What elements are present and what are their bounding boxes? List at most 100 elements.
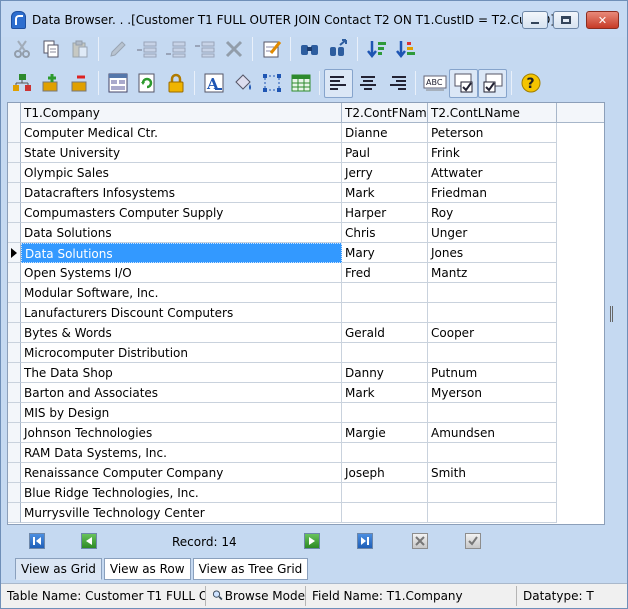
edit-button[interactable] [103,35,132,64]
data-grid[interactable]: T1.Company T2.ContFName T2.ContLName Com… [7,102,605,525]
table-row[interactable]: Microcomputer Distribution [8,343,604,363]
cell-first-name[interactable]: Margie [342,423,428,443]
column-header-first-name[interactable]: T2.ContFName [342,103,428,123]
last-record-button[interactable] [357,533,373,549]
append-row-button[interactable] [161,35,190,64]
row-indicator[interactable] [8,143,21,163]
spell-check-button[interactable]: ABC [420,69,449,98]
column-header-last-name[interactable]: T2.ContLName [428,103,557,123]
table-row[interactable]: Barton and Associates Mark Myerson [8,383,604,403]
cell-last-name[interactable]: Frink [428,143,557,163]
previous-record-button[interactable] [81,533,97,549]
cell-first-name[interactable] [342,443,428,463]
cell-company[interactable]: Compumasters Computer Supply [21,203,342,223]
cell-first-name[interactable]: Gerald [342,323,428,343]
table-row[interactable]: Data Solutions Chris Unger [8,223,604,243]
table-row[interactable]: MIS by Design [8,403,604,423]
remove-child-button[interactable] [65,69,94,98]
cell-last-name[interactable]: Putnum [428,363,557,383]
tab-view-as-tree-grid[interactable]: View as Tree Grid [192,558,309,580]
close-button[interactable]: ✕ [586,11,619,29]
row-indicator[interactable] [8,223,21,243]
cell-company[interactable]: MIS by Design [21,403,342,423]
cell-last-name[interactable]: Peterson [428,123,557,143]
cell-last-name[interactable]: Myerson [428,383,557,403]
column-header-company[interactable]: T1.Company [21,103,342,123]
cell-company[interactable]: Barton and Associates [21,383,342,403]
cell-company[interactable]: Modular Software, Inc. [21,283,342,303]
tab-view-as-row[interactable]: View as Row [103,558,191,580]
cell-company[interactable]: Datacrafters Infosystems [21,183,342,203]
row-indicator[interactable] [8,443,21,463]
table-row[interactable]: Murrysville Technology Center [8,503,604,523]
row-indicator[interactable] [8,383,21,403]
cell-first-name[interactable] [342,303,428,323]
cell-company[interactable]: Data Solutions [21,223,342,243]
table-row[interactable]: Olympic Sales Jerry Attwater [8,163,604,183]
cut-button[interactable] [7,35,36,64]
cell-last-name[interactable]: Jones [428,243,557,263]
cell-first-name[interactable]: Harper [342,203,428,223]
form-view-button[interactable] [103,69,132,98]
cell-last-name[interactable] [428,443,557,463]
find-button[interactable] [295,35,324,64]
table-row[interactable]: State University Paul Frink [8,143,604,163]
cell-first-name[interactable]: Mark [342,383,428,403]
cell-first-name[interactable] [342,503,428,523]
cell-company[interactable]: Computer Medical Ctr. [21,123,342,143]
cell-last-name[interactable]: Attwater [428,163,557,183]
cell-last-name[interactable] [428,503,557,523]
table-row[interactable]: Bytes & Words Gerald Cooper [8,323,604,343]
next-record-button[interactable] [304,533,320,549]
cell-first-name[interactable]: Joseph [342,463,428,483]
cell-last-name[interactable] [428,343,557,363]
hierarchy-button[interactable] [7,69,36,98]
cell-last-name[interactable] [428,283,557,303]
table-row[interactable]: Datacrafters Infosystems Mark Friedman [8,183,604,203]
cell-last-name[interactable]: Roy [428,203,557,223]
font-button[interactable]: A [199,69,228,98]
align-left-button[interactable] [324,68,353,98]
cell-company[interactable]: RAM Data Systems, Inc. [21,443,342,463]
insert-row-button[interactable] [132,35,161,64]
sort-descending-button[interactable] [391,35,420,64]
row-indicator[interactable] [8,303,21,323]
cell-last-name[interactable] [428,483,557,503]
cell-company[interactable]: Johnson Technologies [21,423,342,443]
cell-last-name[interactable]: Mantz [428,263,557,283]
cell-company[interactable]: Data Solutions [21,243,342,263]
row-indicator[interactable] [8,503,21,523]
sort-ascending-button[interactable] [362,35,391,64]
cell-company[interactable]: Lanufacturers Discount Computers [21,303,342,323]
maximize-button[interactable] [553,11,579,29]
cell-first-name[interactable]: Jerry [342,163,428,183]
cell-first-name[interactable]: Mary [342,243,428,263]
scrollbar-grip[interactable] [610,306,613,322]
minimize-button[interactable] [522,11,548,29]
cell-first-name[interactable]: Chris [342,223,428,243]
row-indicator[interactable] [8,183,21,203]
row-indicator[interactable] [8,123,21,143]
lock-button[interactable] [161,69,190,98]
cell-last-name[interactable] [428,303,557,323]
cell-first-name[interactable] [342,283,428,303]
cell-company[interactable]: Open Systems I/O [21,263,342,283]
delete-row-button[interactable] [190,35,219,64]
cell-company[interactable]: Bytes & Words [21,323,342,343]
cell-first-name[interactable] [342,483,428,503]
row-indicator[interactable] [8,323,21,343]
align-right-button[interactable] [382,69,411,98]
cell-last-name[interactable] [428,403,557,423]
refresh-button[interactable] [132,69,161,98]
edit-note-button[interactable] [257,35,286,64]
cell-company[interactable]: The Data Shop [21,363,342,383]
cell-last-name[interactable]: Unger [428,223,557,243]
cancel-edit-button[interactable] [412,533,428,549]
row-indicator[interactable] [8,483,21,503]
cell-first-name[interactable]: Dianne [342,123,428,143]
table-row[interactable]: Data Solutions Mary Jones [8,243,604,263]
cell-company[interactable]: Blue Ridge Technologies, Inc. [21,483,342,503]
table-row[interactable]: Modular Software, Inc. [8,283,604,303]
paste-button[interactable] [65,35,94,64]
row-indicator[interactable] [8,163,21,183]
